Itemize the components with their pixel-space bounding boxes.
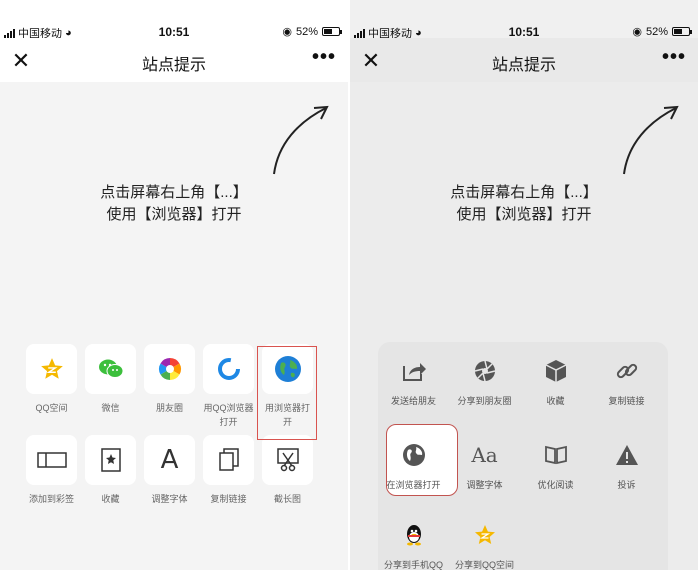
share-label: 用QQ浏览器打开 [203,403,254,427]
right-screenshot: 中国移动 ◕ 10:51 ◉ 52% ✕ 站点提示 ••• 点击屏幕右上角【..… [350,0,698,570]
action-label: 收藏 [546,396,565,406]
action-copy-link[interactable]: 复制链接 [591,356,662,407]
share-label: QQ空间 [35,403,68,413]
share-copy-link[interactable]: 复制链接 [203,435,254,522]
action-label: 在浏览器打开 [386,480,441,490]
instruction-line-2: 使用【浏览器】打开 [106,206,242,223]
share-qzone[interactable]: QQ空间 [26,344,77,431]
more-options-button[interactable]: ••• [662,47,686,67]
action-label: 分享到QQ空间 [454,560,514,570]
favorite-star-icon [85,435,136,485]
battery-icon [322,27,342,36]
sheet-row-1: 发送给朋友 分享到朋友圈 收藏 复制链接 [378,356,668,407]
wechat-icon [85,344,136,394]
qzone-star-icon [26,344,77,394]
curved-arrow-icon [273,105,329,175]
status-bar: 中国移动 ◕ 10:51 ◉ 52% [0,0,348,40]
left-screenshot: 中国移动 ◕ 10:51 ◉ 52% ✕ 站点提示 ••• 点击屏幕右上角【..… [0,0,348,570]
share-add-bookmark[interactable]: 添加到彩签 [26,435,77,522]
moments-aperture-icon [144,344,195,394]
share-arrow-icon [378,356,449,386]
link-icon [591,356,662,386]
page-content: 点击屏幕右上角【...】 使用【浏览器】打开 QQ空间 微信 朋友圈 用QQ浏览… [0,82,348,570]
share-label: 朋友圈 [155,403,183,413]
copy-icon [203,435,254,485]
rotation-lock-icon: ◉ [632,26,642,38]
action-reader-mode[interactable]: 优化阅读 [520,440,591,491]
instruction-line-1: 点击屏幕右上角【...】 [450,184,598,201]
instruction-text: 点击屏幕右上角【...】 使用【浏览器】打开 [0,182,348,226]
action-sheet: 发送给朋友 分享到朋友圈 收藏 复制链接 在浏览器打开 Aa 调整字体 优化阅读… [378,342,668,570]
action-label: 投诉 [617,480,636,490]
action-open-in-browser[interactable]: 在浏览器打开 [378,440,449,491]
action-share-moments[interactable]: 分享到朋友圈 [449,356,520,407]
action-send-to-friend[interactable]: 发送给朋友 [378,356,449,407]
share-row-2: 添加到彩签 收藏 A 调整字体 复制链接 截长图 [26,435,321,522]
action-label: 复制链接 [608,396,645,406]
status-bar: 中国移动 ◕ 10:51 ◉ 52% [350,0,698,40]
title-bar: ✕ 站点提示 ••• [0,38,348,82]
action-label: 发送给朋友 [390,396,436,406]
page-title: 站点提示 [141,57,206,74]
share-label: 复制链接 [210,494,247,504]
globe-icon [378,440,449,470]
share-qq-browser[interactable]: 用QQ浏览器打开 [203,344,254,431]
font-aa-icon: Aa [471,443,498,467]
page-title: 站点提示 [491,57,556,74]
font-a-icon: A [144,435,195,485]
instruction-line-2: 使用【浏览器】打开 [456,206,592,223]
action-share-qq[interactable]: 分享到手机QQ [378,520,449,570]
scissors-screenshot-icon [262,435,313,485]
action-font-size[interactable]: Aa 调整字体 [449,440,520,491]
battery-percent: 52% [645,25,668,38]
battery-icon [672,27,692,36]
share-label: 添加到彩签 [28,494,74,504]
share-font-size[interactable]: A 调整字体 [144,435,195,522]
highlight-open-in-browser [257,346,317,440]
cube-icon [520,356,591,386]
share-label: 微信 [101,403,120,413]
qq-penguin-icon [378,520,449,550]
instruction-line-1: 点击屏幕右上角【...】 [100,184,248,201]
share-favorite[interactable]: 收藏 [85,435,136,522]
action-share-qzone[interactable]: 分享到QQ空间 [449,520,520,570]
open-book-icon [520,440,591,470]
title-bar: ✕ 站点提示 ••• [350,38,698,82]
more-options-button[interactable]: ••• [312,47,336,67]
qzone-star-icon [449,520,520,550]
battery-percent: 52% [295,25,318,38]
action-label: 优化阅读 [537,480,574,490]
action-favorite[interactable]: 收藏 [520,356,591,407]
sheet-row-3: 分享到手机QQ 分享到QQ空间 [378,520,668,570]
action-label: 分享到朋友圈 [457,396,512,406]
qq-browser-icon [203,344,254,394]
bookmark-bar-icon [26,435,77,485]
share-long-screenshot[interactable]: 截长图 [262,435,313,522]
sheet-row-2: 在浏览器打开 Aa 调整字体 优化阅读 投诉 [378,440,668,491]
warning-icon [591,440,662,470]
share-label: 调整字体 [151,494,188,504]
share-wechat[interactable]: 微信 [85,344,136,431]
share-label: 截长图 [273,494,301,504]
rotation-lock-icon: ◉ [282,26,292,38]
moments-aperture-icon [449,356,520,386]
action-label: 分享到手机QQ [383,560,443,570]
action-label: 调整字体 [466,480,503,490]
share-moments[interactable]: 朋友圈 [144,344,195,431]
page-content: 点击屏幕右上角【...】 使用【浏览器】打开 发送给朋友 分享到朋友圈 收藏 复… [350,82,698,570]
instruction-text: 点击屏幕右上角【...】 使用【浏览器】打开 [350,182,698,226]
curved-arrow-icon [623,105,679,175]
action-report[interactable]: 投诉 [591,440,662,491]
share-label: 收藏 [101,494,120,504]
